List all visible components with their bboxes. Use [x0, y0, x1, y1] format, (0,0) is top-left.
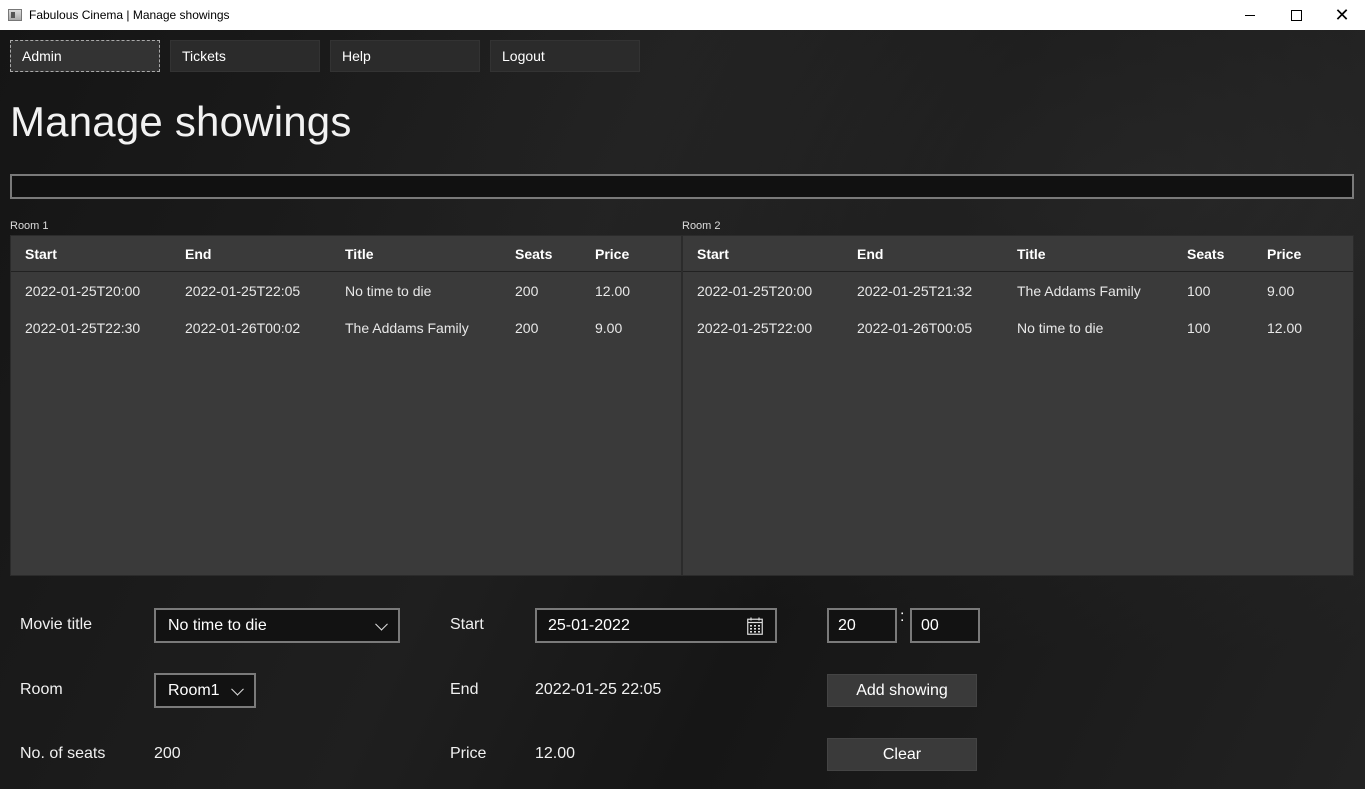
- add-showing-button[interactable]: Add showing: [827, 674, 977, 707]
- movie-title-value: No time to die: [168, 616, 267, 634]
- app-icon: [8, 9, 22, 21]
- cell-start: 2022-01-25T22:30: [25, 319, 141, 336]
- title-bar: Fabulous Cinema | Manage showings ✕: [0, 0, 1365, 30]
- cell-title: No time to die: [1017, 319, 1104, 336]
- cell-price: 12.00: [1267, 319, 1303, 336]
- column-title[interactable]: Title: [331, 246, 501, 262]
- price-value: 12.00: [535, 745, 576, 762]
- table-row[interactable]: 2022-01-25T22:00 2022-01-26T00:05 No tim…: [683, 309, 1353, 346]
- menu-logout-button[interactable]: Logout: [490, 40, 640, 72]
- cell-price: 9.00: [595, 319, 623, 336]
- room-2-grid[interactable]: Start End Title Seats Price 2022-01-25T2…: [682, 235, 1354, 576]
- end-label: End: [450, 681, 479, 698]
- seats-label: No. of seats: [20, 745, 106, 762]
- cell-title: No time to die: [345, 282, 432, 299]
- main-area: Admin Tickets Help Logout Manage showing…: [0, 30, 1365, 789]
- cell-start: 2022-01-25T22:00: [697, 319, 813, 336]
- room-value: Room1: [168, 681, 220, 699]
- price-label: Price: [450, 745, 487, 762]
- cell-title: The Addams Family: [345, 319, 469, 336]
- chevron-down-icon: [231, 682, 244, 696]
- table-row[interactable]: 2022-01-25T22:30 2022-01-26T00:02 The Ad…: [11, 309, 681, 346]
- room-2-label: Room 2: [682, 220, 721, 232]
- column-start[interactable]: Start: [11, 246, 171, 262]
- grid-header: Start End Title Seats Price: [683, 236, 1353, 272]
- room-label: Room: [20, 681, 63, 698]
- start-label: Start: [450, 616, 484, 633]
- column-end[interactable]: End: [171, 246, 331, 262]
- room-1-grid[interactable]: Start End Title Seats Price 2022-01-25T2…: [10, 235, 682, 576]
- cell-start: 2022-01-25T20:00: [25, 282, 141, 299]
- cell-seats: 100: [1187, 282, 1211, 299]
- start-hour-input[interactable]: 20: [827, 608, 897, 643]
- chevron-down-icon: [375, 617, 388, 631]
- window-controls: ✕: [1227, 0, 1365, 30]
- start-minute-value: 00: [921, 616, 939, 634]
- column-seats[interactable]: Seats: [1173, 246, 1253, 262]
- column-price[interactable]: Price: [1253, 246, 1333, 262]
- room-select[interactable]: Room1: [154, 673, 256, 708]
- start-minute-input[interactable]: 00: [910, 608, 980, 643]
- cell-start: 2022-01-25T20:00: [697, 282, 813, 299]
- page-title: Manage showings: [10, 98, 352, 145]
- column-price[interactable]: Price: [581, 246, 661, 262]
- status-bar: [10, 174, 1354, 199]
- table-row[interactable]: 2022-01-25T20:00 2022-01-25T21:32 The Ad…: [683, 272, 1353, 309]
- time-separator: :: [900, 608, 905, 625]
- cell-seats: 200: [515, 319, 539, 336]
- menu-admin-button[interactable]: Admin: [10, 40, 160, 72]
- movie-title-label: Movie title: [20, 616, 93, 633]
- maximize-icon[interactable]: [1273, 0, 1319, 30]
- cell-end: 2022-01-25T22:05: [185, 282, 301, 299]
- movie-title-select[interactable]: No time to die: [154, 608, 400, 643]
- cell-end: 2022-01-26T00:02: [185, 319, 301, 336]
- cell-seats: 200: [515, 282, 539, 299]
- room-1-label: Room 1: [10, 220, 49, 232]
- cell-price: 9.00: [1267, 282, 1295, 299]
- cell-title: The Addams Family: [1017, 282, 1141, 299]
- minimize-icon[interactable]: [1227, 0, 1273, 30]
- menu-help-button[interactable]: Help: [330, 40, 480, 72]
- cell-end: 2022-01-25T21:32: [857, 282, 973, 299]
- clear-button[interactable]: Clear: [827, 738, 977, 771]
- column-title[interactable]: Title: [1003, 246, 1173, 262]
- column-start[interactable]: Start: [683, 246, 843, 262]
- calendar-icon[interactable]: [747, 617, 763, 635]
- cell-price: 12.00: [595, 282, 631, 299]
- start-date-picker[interactable]: 25-01-2022: [535, 608, 777, 643]
- end-value: 2022-01-25 22:05: [535, 681, 662, 698]
- window-title: Fabulous Cinema | Manage showings: [29, 8, 230, 22]
- cell-seats: 100: [1187, 319, 1211, 336]
- table-row[interactable]: 2022-01-25T20:00 2022-01-25T22:05 No tim…: [11, 272, 681, 309]
- column-seats[interactable]: Seats: [501, 246, 581, 262]
- seats-value: 200: [154, 745, 181, 762]
- menu-tickets-button[interactable]: Tickets: [170, 40, 320, 72]
- start-date-value: 25-01-2022: [548, 616, 630, 634]
- column-end[interactable]: End: [843, 246, 1003, 262]
- start-hour-value: 20: [838, 616, 856, 634]
- close-icon[interactable]: ✕: [1319, 0, 1365, 30]
- cell-end: 2022-01-26T00:05: [857, 319, 973, 336]
- grid-header: Start End Title Seats Price: [11, 236, 681, 272]
